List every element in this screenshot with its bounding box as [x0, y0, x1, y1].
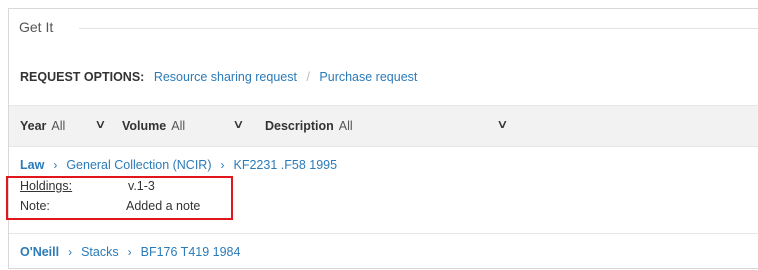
- request-options-label: REQUEST OPTIONS:: [20, 70, 145, 84]
- chevron-right-icon: ›: [220, 158, 225, 172]
- volume-filter-value: All: [171, 119, 186, 133]
- note-highlight-box: [6, 176, 233, 220]
- description-filter[interactable]: Description All: [265, 119, 353, 133]
- library-link[interactable]: O'Neill: [20, 245, 59, 259]
- chevron-down-icon[interactable]: ∨: [232, 117, 244, 131]
- year-filter-value: All: [51, 119, 66, 133]
- chevron-down-icon[interactable]: ∨: [94, 117, 106, 131]
- holding-item[interactable]: O'Neill › Stacks › BF176 T419 1984: [9, 233, 758, 270]
- location-breadcrumb: O'Neill › Stacks › BF176 T419 1984: [20, 245, 240, 259]
- purchase-request-link[interactable]: Purchase request: [319, 70, 417, 84]
- library-link[interactable]: Law: [20, 158, 44, 172]
- separator: /: [306, 70, 310, 84]
- call-number-link[interactable]: KF2231 .F58 1995: [234, 158, 338, 172]
- get-it-panel: Get It REQUEST OPTIONS: Resource sharing…: [8, 8, 758, 269]
- chevron-down-icon[interactable]: ∨: [496, 117, 508, 131]
- chevron-right-icon: ›: [53, 158, 58, 172]
- location-link[interactable]: General Collection (NCIR): [66, 158, 211, 172]
- section-title: Get It: [19, 19, 54, 35]
- chevron-right-icon: ›: [68, 245, 73, 259]
- volume-filter[interactable]: Volume All: [122, 119, 185, 133]
- filter-bar: Year All ∨ Volume All ∨ Description All ∨: [9, 105, 758, 146]
- resource-sharing-request-link[interactable]: Resource sharing request: [154, 70, 297, 84]
- description-filter-label: Description: [265, 119, 334, 133]
- year-filter[interactable]: Year All: [20, 119, 65, 133]
- location-link[interactable]: Stacks: [81, 245, 119, 259]
- year-filter-label: Year: [20, 119, 47, 133]
- request-options: REQUEST OPTIONS: Resource sharing reques…: [20, 70, 417, 84]
- volume-filter-label: Volume: [122, 119, 167, 133]
- chevron-right-icon: ›: [127, 245, 132, 259]
- location-breadcrumb: Law › General Collection (NCIR) › KF2231 .F5…: [20, 158, 337, 172]
- divider: [79, 28, 758, 29]
- description-filter-value: All: [338, 119, 353, 133]
- call-number-link[interactable]: BF176 T419 1984: [141, 245, 241, 259]
